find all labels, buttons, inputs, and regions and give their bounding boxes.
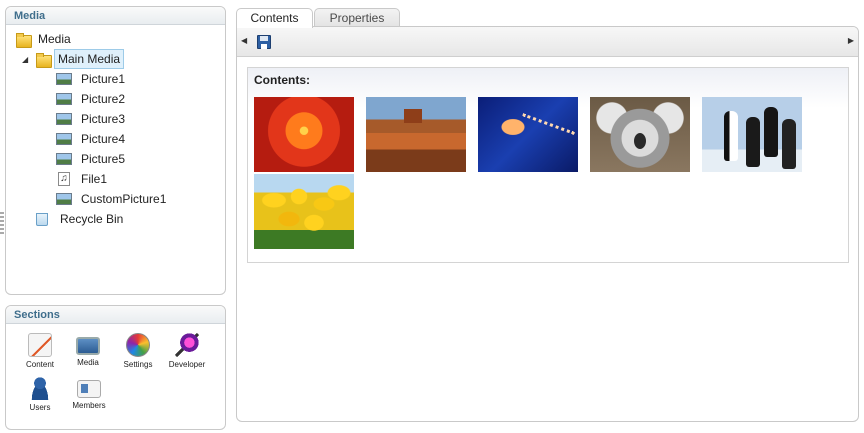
content-icon [28,333,52,357]
tree-item-picture5[interactable]: Picture5 [56,150,129,168]
picture-icon [56,133,72,145]
folder-icon [16,32,32,48]
thumbnail-jellyfish[interactable] [478,97,578,172]
picture-icon [56,73,72,85]
tree-item-label: Recycle Bin [60,212,124,226]
thumbnail-koala[interactable] [590,97,690,172]
section-label: Media [77,358,99,367]
section-users[interactable]: Users [15,376,65,412]
section-label: Members [72,401,106,410]
picture-icon [56,193,72,205]
tree-item-media-root[interactable]: Media [16,30,75,48]
picture-icon [56,93,72,105]
section-members[interactable]: Members [64,376,114,410]
tree-item-label: Picture1 [81,72,126,86]
members-icon [77,380,101,398]
tree-item-label: Picture5 [81,152,126,166]
thumbnail-flower[interactable] [254,97,354,172]
contents-tab-panel: ◀ ▶ Contents: [236,26,859,422]
settings-icon [126,333,150,357]
music-file-icon: ♫ [58,172,70,186]
contents-box: Contents: [247,67,849,263]
scroll-left-icon[interactable]: ◀ [241,36,247,45]
sections-panel: Sections Content Media Settings Develope… [5,305,226,430]
sections-panel-title: Sections [6,306,225,324]
tab-properties[interactable]: Properties [314,8,400,27]
media-panel-title: Media [6,7,225,25]
scroll-right-icon[interactable]: ▶ [848,36,854,45]
tree-item-label: Main Media [54,49,125,69]
tree-item-file1[interactable]: ♫ File1 [56,170,111,188]
tree-item-picture1[interactable]: Picture1 [56,70,129,88]
picture-icon [56,113,72,125]
tab-contents[interactable]: Contents [236,8,313,28]
tree-item-picture2[interactable]: Picture2 [56,90,129,108]
recycle-bin-icon [36,212,48,226]
toolbar: ◀ ▶ [237,27,858,57]
section-content[interactable]: Content [15,333,65,369]
tree-item-label: Picture3 [81,112,126,126]
tree-item-label: CustomPicture1 [81,192,167,206]
tree-item-label: Media [38,32,71,46]
tree-item-recycle-bin[interactable]: Recycle Bin [36,210,127,228]
media-icon [76,337,100,355]
tree-item-picture3[interactable]: Picture3 [56,110,129,128]
section-media[interactable]: Media [63,333,113,367]
tree-item-picture4[interactable]: Picture4 [56,130,129,148]
media-tree-panel: Media Media ◢ Main Media Picture1 Pictur… [5,6,226,295]
section-label: Content [25,360,55,369]
tree-item-label: Picture4 [81,132,126,146]
section-label: Developer [168,360,206,369]
tree-item-label: Picture2 [81,92,126,106]
collapse-arrow-icon[interactable]: ◢ [22,55,28,64]
panel-resize-handle[interactable] [0,212,4,236]
section-developer[interactable]: Developer [162,333,212,369]
section-settings[interactable]: Settings [113,333,163,369]
tree-item-custompicture1[interactable]: CustomPicture1 [56,190,170,208]
thumbnail-penguins[interactable] [702,97,802,172]
developer-icon [175,333,199,357]
contents-title: Contents: [254,73,310,87]
folder-icon [36,52,52,68]
users-icon [28,376,52,400]
thumbnail-tulips[interactable] [254,174,354,249]
save-icon[interactable] [257,35,271,49]
tree-item-main-media[interactable]: Main Media [36,49,125,69]
section-label: Users [29,403,51,412]
section-label: Settings [123,360,153,369]
tree-item-label: File1 [81,172,108,186]
picture-icon [56,153,72,165]
thumbnail-desert[interactable] [366,97,466,172]
